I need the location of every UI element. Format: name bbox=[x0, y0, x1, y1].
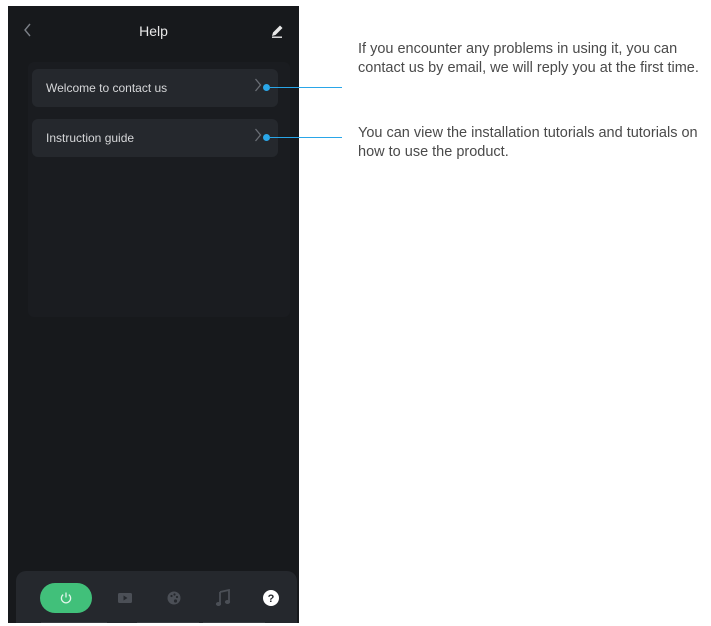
page-title: Help bbox=[139, 23, 168, 39]
callout-line bbox=[270, 137, 342, 138]
svg-text:?: ? bbox=[268, 593, 275, 605]
music-note-icon bbox=[215, 589, 231, 606]
tab-help[interactable]: ? bbox=[258, 583, 284, 613]
tab-power[interactable] bbox=[40, 583, 92, 613]
palette-icon bbox=[167, 591, 181, 605]
power-icon bbox=[60, 592, 72, 604]
instruction-guide-item[interactable]: Instruction guide bbox=[32, 119, 278, 157]
video-icon bbox=[118, 593, 132, 603]
tab-divider bbox=[203, 622, 265, 623]
tab-palette[interactable] bbox=[161, 583, 187, 613]
guide-annotation: You can view the installation tutorials … bbox=[358, 125, 698, 160]
callout-dot bbox=[263, 84, 270, 91]
callout-line bbox=[270, 87, 342, 88]
header: Help bbox=[8, 6, 299, 56]
pencil-icon bbox=[272, 25, 283, 38]
tab-video[interactable] bbox=[112, 583, 138, 613]
tab-divider bbox=[137, 622, 199, 623]
instruction-guide-label: Instruction guide bbox=[46, 131, 135, 145]
chevron-right-icon bbox=[254, 78, 262, 95]
tab-divider bbox=[41, 622, 107, 623]
tab-music[interactable] bbox=[210, 583, 236, 613]
callout-dot bbox=[263, 134, 270, 141]
contact-us-item[interactable]: Welcome to contact us bbox=[32, 69, 278, 107]
edit-button[interactable] bbox=[267, 21, 287, 41]
contact-us-label: Welcome to contact us bbox=[46, 81, 168, 95]
phone-screen: Help Welcome to contact us Instruction g… bbox=[8, 6, 299, 623]
tab-bar: ? bbox=[16, 571, 297, 623]
contact-annotation: If you encounter any problems in using i… bbox=[358, 41, 699, 76]
chevron-right-icon bbox=[254, 128, 262, 145]
help-icon: ? bbox=[263, 590, 279, 606]
